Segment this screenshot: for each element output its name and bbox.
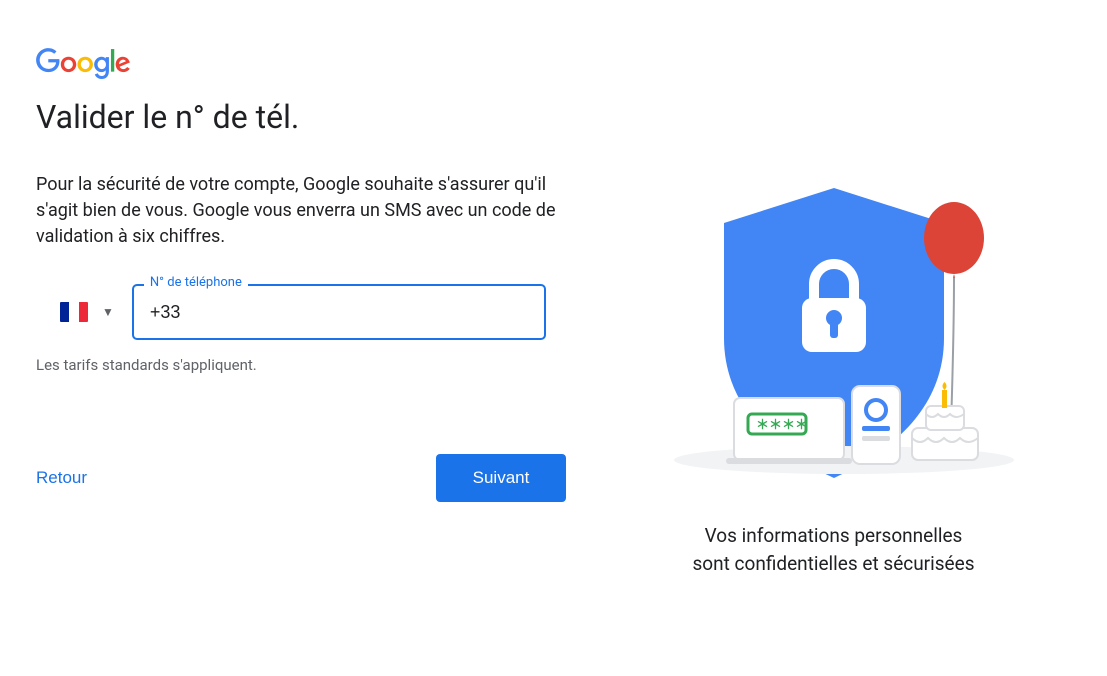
- phone-field-label: N° de téléphone: [144, 275, 248, 290]
- back-button[interactable]: Retour: [36, 460, 87, 496]
- page-title: Valider le n° de tél.: [36, 98, 576, 136]
- privacy-caption: Vos informations personnelles sont confi…: [692, 522, 974, 577]
- caption-line-1: Vos informations personnelles: [705, 524, 963, 547]
- caption-line-2: sont confidentielles et sécurisées: [692, 552, 974, 575]
- svg-text:＊＊＊＊: ＊＊＊＊: [756, 418, 808, 433]
- country-code-select[interactable]: ▼: [58, 296, 116, 328]
- phone-input[interactable]: [132, 284, 546, 340]
- google-logo: [36, 48, 576, 80]
- privacy-illustration: ＊＊＊＊: [644, 158, 1024, 498]
- sms-rates-disclaimer: Les tarifs standards s'appliquent.: [36, 356, 576, 374]
- instruction-text: Pour la sécurité de votre compte, Google…: [36, 172, 556, 250]
- flag-france-icon: [60, 302, 88, 322]
- chevron-down-icon: ▼: [102, 305, 114, 319]
- next-button[interactable]: Suivant: [436, 454, 566, 502]
